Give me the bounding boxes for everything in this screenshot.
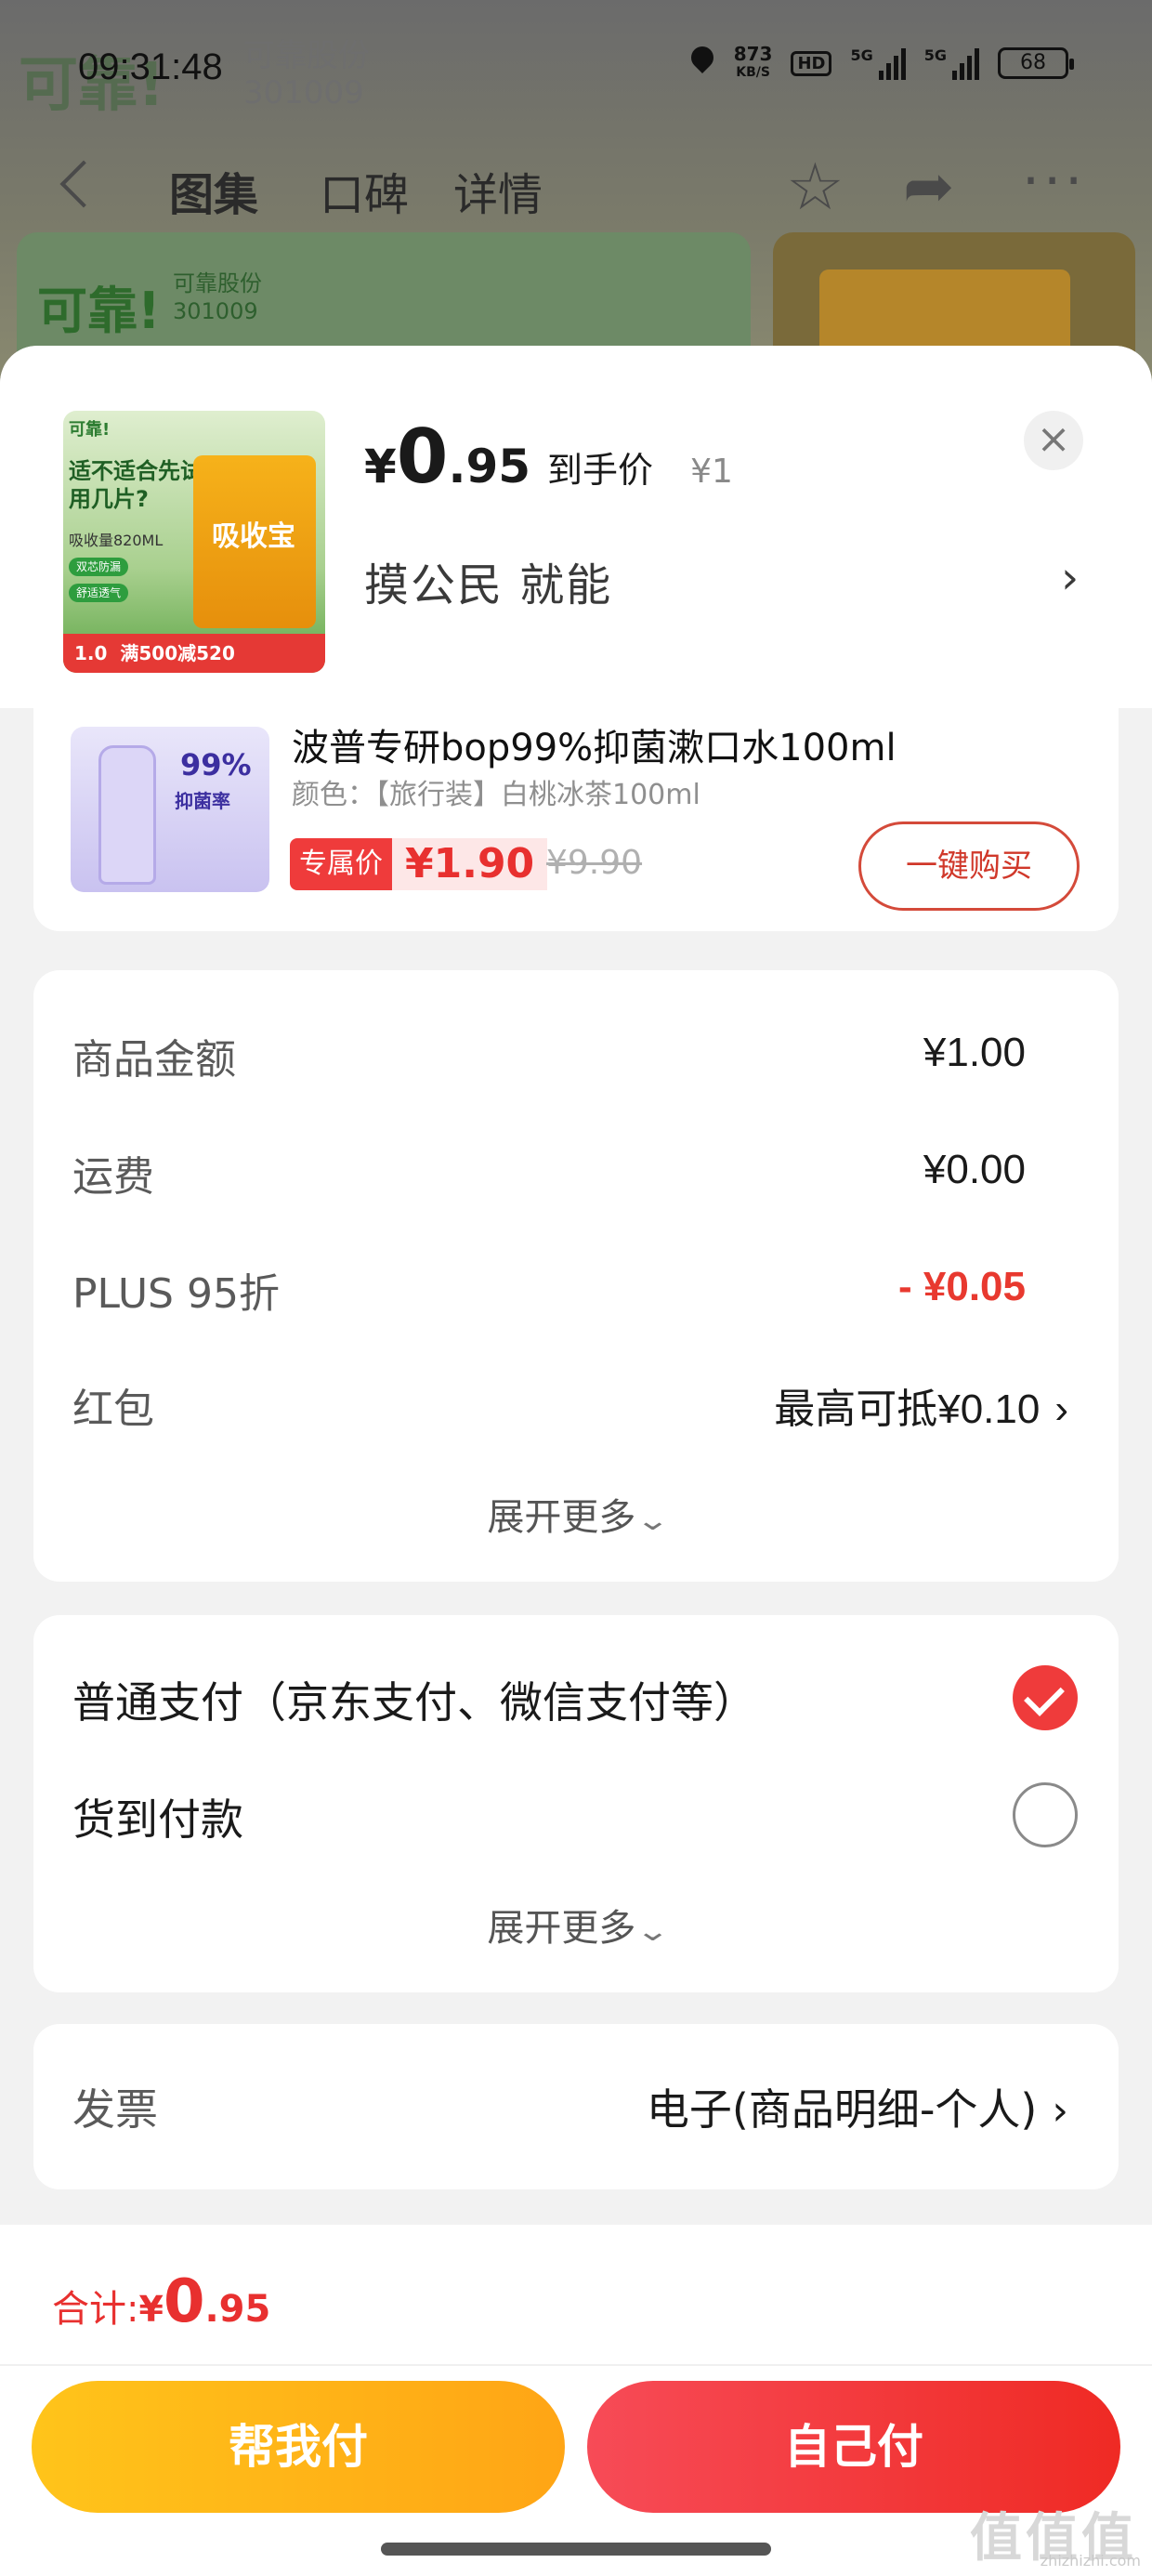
chevron-right-icon[interactable]: ›	[1061, 552, 1079, 604]
expand-more-payment[interactable]: 展开更多⌄	[33, 1898, 1119, 1952]
product-thumbnail: 可靠! 适不适合先试用几片? 吸收量820ML 双芯防漏 舒适透气 吸收宝 1.…	[63, 411, 325, 673]
radio-checked-icon[interactable]	[1013, 1665, 1078, 1730]
one-click-buy-button[interactable]: 一键购买	[858, 821, 1080, 911]
payment-option-cod[interactable]: 货到付款	[72, 1786, 243, 1847]
promo-text[interactable]: 摸公民 就能	[364, 548, 612, 613]
amount-card: 商品金额 ¥1.00 运费 ¥0.00 PLUS 95折 - ¥0.05 红包 …	[33, 970, 1119, 1582]
background-banner-logo: 可靠!	[37, 282, 161, 340]
total-label: 合计:	[52, 2288, 139, 2331]
chevron-right-icon: ›	[1054, 1387, 1068, 1432]
home-indicator[interactable]	[381, 2543, 771, 2556]
background-page: 可靠! 可靠股份 301009 可靠! 可靠股份 301009 09:31:48…	[0, 0, 1152, 390]
pay-myself-button[interactable]: 自己付	[587, 2381, 1120, 2513]
plus-discount-value: - ¥0.05	[898, 1264, 1026, 1309]
location-icon	[689, 46, 715, 80]
chevron-down-icon: ⌄	[635, 1915, 671, 1948]
battery-icon: 68	[998, 47, 1074, 79]
item-title: 波普专研bop99%抑菌漱口水100ml	[292, 727, 897, 769]
share-icon[interactable]: ➦	[903, 154, 954, 219]
checkout-footer: 合计: ¥ 0 .95 帮我付 自己付 值值值 zhizhizhi.com	[0, 2225, 1152, 2576]
help-me-pay-button[interactable]: 帮我付	[32, 2381, 565, 2513]
exclusive-value: ¥1.90	[392, 838, 548, 890]
hd-icon: HD	[791, 50, 832, 76]
package-image: 吸收宝	[193, 455, 316, 628]
radio-unchecked-icon[interactable]	[1013, 1782, 1078, 1847]
tab-gallery[interactable]: 图集	[169, 158, 258, 223]
plus-discount-label: PLUS 95折	[72, 1270, 280, 1318]
status-bar: 09:31:48 873 KB/S HD 5G 5G 68	[0, 35, 1152, 100]
final-price: ¥ 0 .95 到手价 ¥1	[364, 414, 733, 500]
exclusive-tag: 专属价	[290, 838, 392, 890]
exclusive-price: 专属价 ¥1.90	[290, 838, 548, 890]
star-icon[interactable]: ☆	[786, 154, 844, 219]
final-price-label: 到手价	[547, 450, 654, 491]
chevron-down-icon: ⌄	[635, 1505, 671, 1537]
item-original-price: ¥9.90	[546, 844, 643, 882]
watermark-url: zhizhizhi.com	[1040, 2552, 1141, 2569]
back-icon[interactable]	[59, 160, 108, 208]
invoice-row[interactable]: 电子(商品明细-个人) ›	[647, 2076, 1068, 2137]
sheet-header: 可靠! 适不适合先试用几片? 吸收量820ML 双芯防漏 舒适透气 吸收宝 1.…	[0, 346, 1152, 708]
red-packet-value: 最高可抵¥0.10	[774, 1387, 1041, 1432]
expand-more-amounts[interactable]: 展开更多⌄	[33, 1487, 1119, 1541]
item-card: 99% 抑菌率 波普专研bop99%抑菌漱口水100ml 颜色：【旅行装】白桃冰…	[33, 680, 1119, 931]
invoice-label: 发票	[72, 2084, 158, 2135]
item-spec: 颜色：【旅行装】白桃冰茶100ml	[292, 779, 700, 811]
original-price: ¥1	[690, 453, 733, 491]
signal-icon: 5G	[850, 46, 906, 80]
divider	[0, 2364, 1152, 2366]
item-image: 99% 抑菌率	[71, 727, 269, 892]
tab-details[interactable]: 详情	[453, 158, 543, 223]
red-packet-row[interactable]: 最高可抵¥0.10 ›	[774, 1375, 1068, 1435]
payment-option-online[interactable]: 普通支付（京东支付、微信支付等）	[72, 1669, 756, 1730]
status-time: 09:31:48	[78, 46, 223, 87]
network-speed: 873 KB/S	[733, 43, 773, 80]
shipping-value: ¥0.00	[923, 1147, 1026, 1192]
tab-reviews[interactable]: 口碑	[320, 158, 409, 223]
more-icon[interactable]: ···	[1022, 149, 1086, 214]
close-icon[interactable]: ×	[1024, 411, 1083, 470]
background-banner-brand: 可靠股份 301009	[173, 270, 262, 324]
goods-amount-label: 商品金额	[72, 1036, 236, 1084]
goods-amount-value: ¥1.00	[923, 1030, 1026, 1075]
chevron-right-icon: ›	[1052, 2087, 1068, 2135]
shipping-label: 运费	[72, 1153, 154, 1201]
red-packet-label: 红包	[72, 1386, 154, 1433]
status-indicators: 873 KB/S HD 5G 5G 68	[689, 43, 1074, 82]
top-nav: 图集 口碑 详情 ☆ ➦ ···	[0, 149, 1152, 223]
total-price: 合计: ¥ 0 .95	[52, 2267, 271, 2336]
signal-icon-2: 5G	[924, 46, 979, 80]
invoice-card[interactable]: 发票 电子(商品明细-个人) ›	[33, 2024, 1119, 2189]
invoice-value: 电子(商品明细-个人)	[646, 2084, 1038, 2135]
payment-card: 普通支付（京东支付、微信支付等） 货到付款 展开更多⌄	[33, 1615, 1119, 1992]
